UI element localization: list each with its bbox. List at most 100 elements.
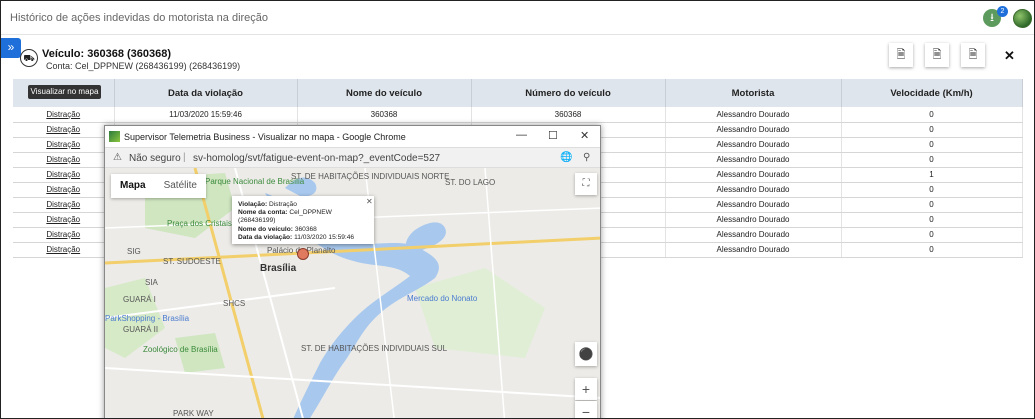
map-type-control: Mapa Satélite bbox=[111, 174, 206, 198]
violation-link[interactable]: Distração bbox=[13, 197, 115, 213]
column-header[interactable]: Velocidade (Km/h) bbox=[841, 79, 1023, 107]
page-title: Histórico de ações indevidas do motorist… bbox=[10, 12, 269, 24]
table-cell: Alessandro Dourado bbox=[665, 152, 842, 168]
info-violation: Violação: Distração bbox=[238, 201, 297, 208]
table-cell: Alessandro Dourado bbox=[665, 137, 842, 153]
map-label: SIA bbox=[145, 278, 158, 287]
table-cell: Alessandro Dourado bbox=[665, 197, 842, 213]
table-cell: Alessandro Dourado bbox=[665, 212, 842, 228]
map-marker-icon[interactable] bbox=[297, 248, 309, 260]
table-cell: 0 bbox=[841, 242, 1023, 258]
violation-link[interactable]: Distração bbox=[13, 137, 115, 153]
table-cell: Alessandro Dourado bbox=[665, 227, 842, 243]
violation-link[interactable]: Distração bbox=[13, 152, 115, 168]
popup-title-bar: Supervisor Telemetria Business - Visuali… bbox=[105, 126, 600, 148]
vehicle-account: Conta: Cel_DPPNEW (268436199) (268436199… bbox=[46, 61, 241, 71]
column-header[interactable]: Data da violação bbox=[114, 79, 298, 107]
minimize-icon[interactable]: — bbox=[516, 129, 527, 141]
violation-link[interactable]: Distração bbox=[13, 107, 115, 123]
map-label: SHCS bbox=[223, 299, 246, 308]
sidebar-toggle-button[interactable]: » bbox=[1, 38, 21, 58]
table-cell: 0 bbox=[841, 197, 1023, 213]
map-label: ParkShopping - Brasília bbox=[105, 314, 190, 323]
document-file-icon: 🗎 bbox=[968, 49, 978, 61]
table-cell: 0 bbox=[841, 152, 1023, 168]
export-excel-button[interactable]: 🗎 bbox=[925, 43, 949, 67]
warning-icon[interactable]: ⚠ bbox=[113, 152, 122, 163]
map-label: ST. SUDOESTE bbox=[163, 257, 221, 266]
violation-link[interactable]: Distração bbox=[13, 182, 115, 198]
map-label: Mercado do Nonato bbox=[407, 294, 478, 303]
avatar[interactable] bbox=[1013, 9, 1032, 28]
table-cell: 360368 bbox=[297, 107, 472, 123]
vehicle-title: Veículo: 360368 (360368) bbox=[42, 48, 172, 60]
view-on-map-tooltip: Visualizar no mapa bbox=[28, 85, 101, 99]
fullscreen-icon[interactable]: ⛶ bbox=[575, 173, 597, 195]
export-doc-button[interactable]: 🗎 bbox=[961, 43, 985, 67]
info-account: Nome da conta: Cel_DPPNEW (268436199) bbox=[238, 209, 332, 225]
table-cell: Alessandro Dourado bbox=[665, 122, 842, 138]
map-label: Parque Nacional de Brasília bbox=[205, 177, 305, 186]
violation-link[interactable]: Distração bbox=[13, 242, 115, 258]
violation-link[interactable]: Distração bbox=[13, 122, 115, 138]
table-cell: Alessandro Dourado bbox=[665, 242, 842, 258]
info-close-icon[interactable]: ✕ bbox=[366, 197, 373, 206]
not-secure-label: Não seguro bbox=[129, 153, 181, 164]
map-label: ST. DE HABITAÇÕES INDIVIDUAIS SUL bbox=[301, 344, 448, 353]
table-cell: 0 bbox=[841, 227, 1023, 243]
map-label: GUARÁ II bbox=[123, 325, 159, 334]
window-close-icon[interactable]: ✕ bbox=[580, 129, 589, 142]
column-header[interactable]: Nome do veículo bbox=[297, 79, 472, 107]
table-cell: 0 bbox=[841, 137, 1023, 153]
map-type-map-button[interactable]: Mapa bbox=[111, 174, 155, 198]
pdf-file-icon: 🗎 bbox=[896, 49, 906, 61]
map-label: GUARÁ I bbox=[123, 295, 156, 304]
map-info-window: ✕ Violação: Distração Nome da conta: Cel… bbox=[232, 196, 374, 244]
table-cell: 360368 bbox=[471, 107, 666, 123]
truck-icon: ⛟ bbox=[20, 49, 38, 67]
table-header-row: Violação Data da violação Nome do veícul… bbox=[13, 79, 1023, 107]
violation-link[interactable]: Distração bbox=[13, 227, 115, 243]
table-cell: 0 bbox=[841, 107, 1023, 123]
violation-link[interactable]: Distração bbox=[13, 212, 115, 228]
info-date: Data da violação: 11/03/2020 15:59:46 bbox=[238, 233, 355, 241]
table-cell: 11/03/2020 15:59:46 bbox=[114, 107, 298, 123]
table-row[interactable]: Distração 11/03/2020 15:59:46 360368 360368… bbox=[13, 107, 1023, 123]
zoom-out-button[interactable]: − bbox=[575, 401, 597, 418]
top-bar: Histórico de ações indevidas do motorist… bbox=[1, 1, 1034, 35]
app-logo-icon bbox=[109, 131, 120, 142]
zoom-in-button[interactable]: + bbox=[575, 378, 597, 400]
table-cell: Alessandro Dourado bbox=[665, 167, 842, 183]
table-cell: 1 bbox=[841, 167, 1023, 183]
maximize-icon[interactable]: ☐ bbox=[548, 129, 558, 142]
map-label: Zoológico de Brasília bbox=[143, 345, 218, 354]
close-icon[interactable]: ✕ bbox=[1004, 48, 1015, 64]
zoom-icon[interactable]: ⚲ bbox=[583, 152, 590, 163]
address-url[interactable]: sv-homolog/svt/fatigue-event-on-map?_eve… bbox=[193, 153, 440, 164]
map-label: PARK WAY bbox=[173, 409, 214, 418]
address-bar[interactable]: ⚠ Não seguro | sv-homolog/svt/fatigue-ev… bbox=[105, 148, 600, 168]
app-frame: Histórico de ações indevidas do motorist… bbox=[0, 0, 1035, 419]
download-badge: 2 bbox=[997, 6, 1008, 17]
table-cell: 0 bbox=[841, 182, 1023, 198]
column-header[interactable]: Número do veículo bbox=[471, 79, 666, 107]
map-label: Praça dos Cristais bbox=[167, 219, 232, 228]
street-view-pegman-icon[interactable]: ⚫ bbox=[575, 342, 597, 366]
map-label: ST. DE HABITAÇÕES INDIVIDUAIS NORTE bbox=[291, 172, 450, 181]
map-canvas[interactable]: Parque Nacional de Brasília Praça dos Cr… bbox=[105, 167, 600, 418]
map-popup-window: Supervisor Telemetria Business - Visuali… bbox=[104, 125, 601, 418]
column-header[interactable]: Motorista bbox=[665, 79, 842, 107]
table-cell: 0 bbox=[841, 122, 1023, 138]
map-label-city: Brasília bbox=[260, 263, 297, 274]
translate-icon[interactable]: 🌐 bbox=[560, 152, 572, 163]
info-vehicle: Nome do veículo: 360368 bbox=[238, 225, 317, 233]
popup-window-title: Supervisor Telemetria Business - Visuali… bbox=[124, 132, 406, 142]
table-cell: Alessandro Dourado bbox=[665, 182, 842, 198]
map-label: SIG bbox=[127, 247, 141, 256]
export-pdf-button[interactable]: 🗎 bbox=[889, 43, 913, 67]
violation-link[interactable]: Distração bbox=[13, 167, 115, 183]
excel-file-icon: 🗎 bbox=[932, 49, 942, 61]
table-cell: Alessandro Dourado bbox=[665, 107, 842, 123]
map-type-satellite-button[interactable]: Satélite bbox=[155, 174, 206, 198]
address-separator: | bbox=[183, 152, 186, 163]
